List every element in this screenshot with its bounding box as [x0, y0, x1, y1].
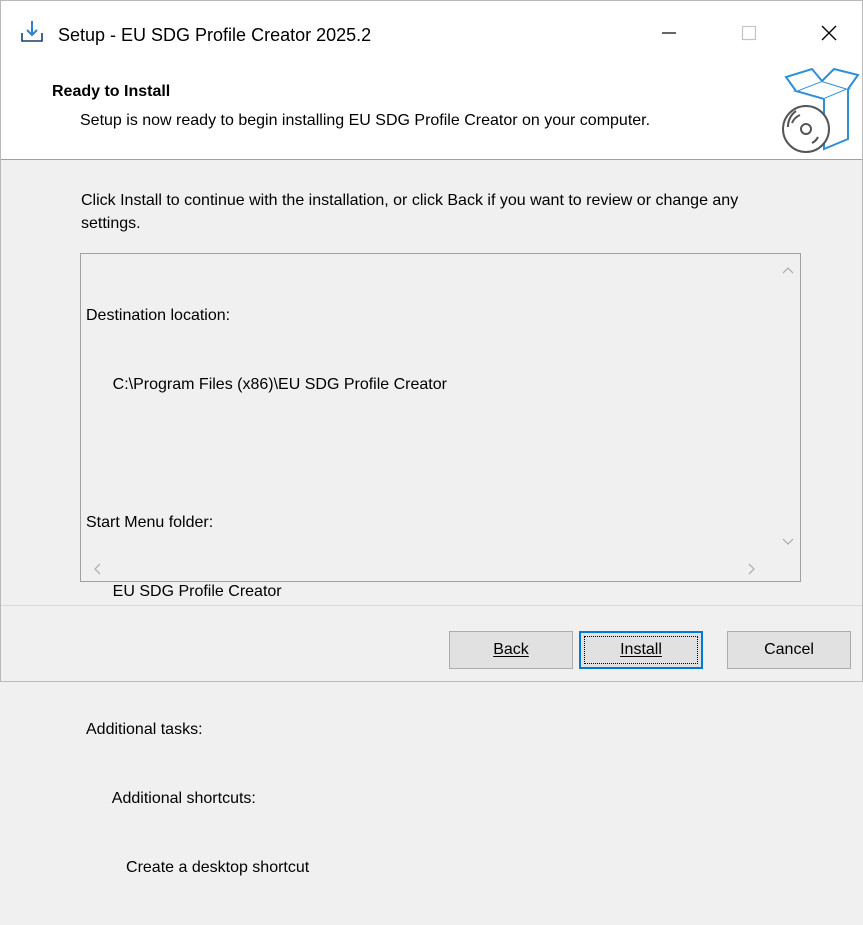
setup-download-icon: [19, 19, 45, 45]
close-icon: [821, 25, 837, 41]
scroll-left-icon[interactable]: [92, 562, 102, 576]
minimize-icon: [662, 32, 676, 34]
cancel-button-label: Cancel: [764, 641, 814, 658]
memo-line: Additional shortcuts:: [86, 790, 256, 807]
scroll-down-icon[interactable]: [781, 537, 795, 547]
page-subtitle: Setup is now ready to begin installing E…: [80, 112, 651, 129]
vertical-scrollbar[interactable]: [777, 255, 799, 555]
setup-window: Setup - EU SDG Profile Creator 2025.2 Re…: [0, 0, 863, 876]
memo-line: Additional tasks:: [86, 721, 203, 738]
memo-line: Start Menu folder:: [86, 514, 214, 531]
scroll-up-icon[interactable]: [781, 265, 795, 275]
back-button-label: Back: [493, 641, 529, 658]
window-title: Setup - EU SDG Profile Creator 2025.2: [58, 25, 372, 45]
wizard-header: Ready to Install Setup is now ready to b…: [1, 67, 862, 160]
scroll-right-icon[interactable]: [747, 562, 757, 576]
close-button[interactable]: [797, 1, 861, 65]
cancel-button[interactable]: Cancel: [727, 631, 851, 669]
memo-line: EU SDG Profile Creator: [86, 583, 282, 600]
instruction-text: Click Install to continue with the insta…: [81, 192, 739, 232]
maximize-icon: [741, 25, 757, 41]
memo-line: Create a desktop shortcut: [86, 859, 310, 876]
back-button[interactable]: Back: [449, 631, 573, 669]
title-bar[interactable]: Setup - EU SDG Profile Creator 2025.2: [1, 1, 862, 67]
memo-content: Destination location: C:\Program Files (…: [86, 258, 447, 925]
memo-line: C:\Program Files (x86)\EU SDG Profile Cr…: [86, 376, 447, 393]
memo-line: [86, 649, 447, 672]
horizontal-scrollbar[interactable]: [82, 556, 777, 580]
install-button[interactable]: Install: [579, 631, 703, 669]
page-title: Ready to Install: [52, 83, 171, 100]
footer-divider: [1, 605, 862, 606]
memo-line: [86, 442, 447, 465]
install-summary-memo[interactable]: Destination location: C:\Program Files (…: [80, 253, 801, 876]
memo-line: Destination location:: [86, 307, 231, 324]
box-with-disc-icon: [774, 67, 862, 159]
minimize-button[interactable]: [637, 1, 701, 65]
focus-rectangle: [584, 636, 698, 664]
maximize-button: [717, 1, 781, 65]
